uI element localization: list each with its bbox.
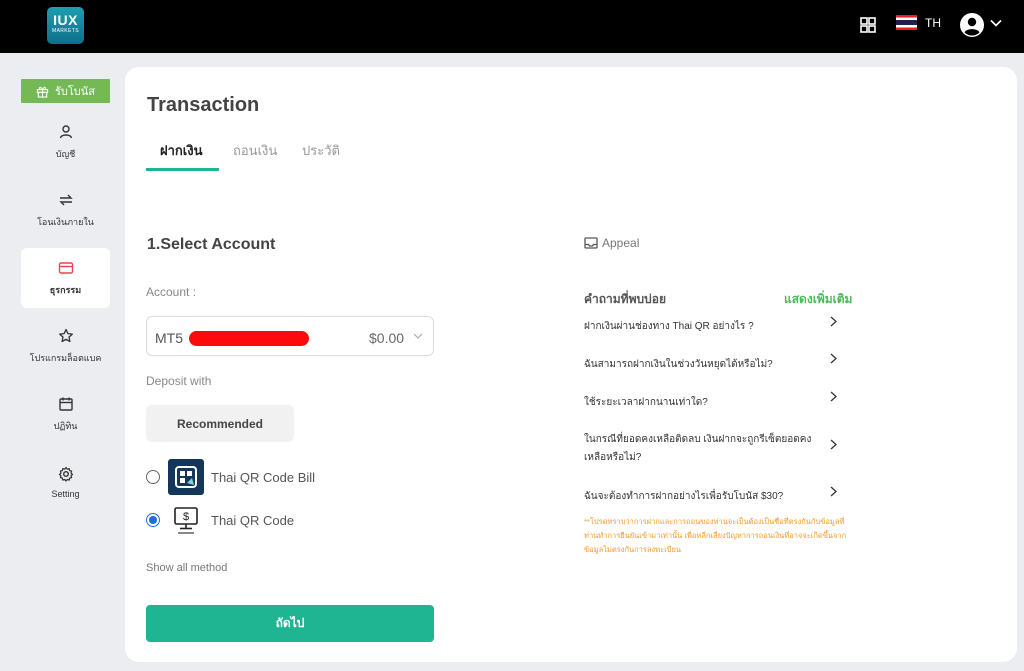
sidebar-item-calendar[interactable]: ปฏิทิน — [21, 384, 110, 444]
qr-monitor-icon: $ — [174, 507, 198, 534]
sidebar-item-setting[interactable]: Setting — [21, 452, 110, 512]
star-icon — [58, 328, 73, 342]
qr-bill-icon — [168, 459, 204, 495]
chevron-right-icon[interactable] — [829, 391, 838, 402]
deposit-warning-note: **โปรดทราบว่าการฝากและการถอนของท่านจะเป็… — [584, 517, 847, 554]
method-radio[interactable] — [146, 470, 160, 484]
tab-deposit[interactable]: ฝากเงิน — [160, 140, 202, 161]
faq-question[interactable]: ใช้ระยะเวลาฝากนานเท่าใด? — [584, 394, 829, 412]
next-button[interactable]: ถัดไป — [146, 605, 434, 642]
deposit-with-label: Deposit with — [146, 374, 212, 388]
sidebar-item-label: โปรแกรมล็อตแบค — [29, 352, 102, 363]
faq-title: คำถามที่พบบ่อย — [584, 292, 666, 306]
method-name: Thai QR Code — [211, 512, 295, 528]
sidebar-item-transaction[interactable]: ธุรกรรม — [21, 248, 110, 308]
faq-question[interactable]: ฉันสามารถฝากเงินในช่วงวันหยุดได้หรือไม่? — [584, 356, 829, 374]
calendar-icon — [58, 397, 73, 411]
active-tab-indicator — [146, 168, 219, 171]
bonus-label: รับโบนัส — [54, 86, 95, 98]
appeal-label: Appeal — [602, 236, 640, 250]
section-title: 1.Select Account — [147, 236, 276, 253]
get-bonus-button[interactable]: รับโบนัส — [21, 79, 110, 103]
chevron-down-icon[interactable] — [990, 17, 1002, 29]
faq-question[interactable]: ในกรณีที่ยอดคงเหลือติดลบ เงินฝากจะถูกรีเ… — [584, 431, 829, 467]
account-number-redacted — [189, 331, 309, 346]
account-balance: $0.00 — [369, 330, 405, 346]
chevron-right-icon[interactable] — [829, 316, 838, 327]
user-icon — [59, 124, 72, 138]
sidebar-item-lotback[interactable]: โปรแกรมล็อตแบค — [21, 316, 110, 376]
chevron-right-icon[interactable] — [829, 353, 838, 364]
faq-question[interactable]: ฝากเงินผ่านช่องทาง Thai QR อย่างไร ? — [584, 318, 829, 336]
chevron-right-icon[interactable] — [829, 439, 838, 450]
top-bar: IUX MARKETS TH — [0, 0, 1024, 53]
sidebar-item-label: ปฏิทิน — [53, 420, 78, 431]
iux-logo[interactable]: IUX MARKETS — [47, 7, 84, 44]
sidebar-item-label: ธุรกรรม — [49, 284, 82, 295]
gear-icon — [58, 466, 73, 482]
faq-show-more-link[interactable]: แสดงเพิ่มเติม — [784, 290, 852, 309]
method-thai-qr[interactable]: $ Thai QR Code — [146, 502, 294, 538]
method-radio[interactable] — [146, 513, 160, 527]
account-select[interactable]: MT5 $0.00 — [146, 316, 434, 356]
apps-grid-icon[interactable] — [860, 17, 876, 33]
transfer-icon — [58, 194, 73, 205]
user-avatar-icon[interactable] — [960, 13, 984, 37]
chevron-down-icon — [413, 333, 423, 339]
show-all-methods-link[interactable]: Show all method — [146, 562, 227, 574]
recommended-filter-button[interactable]: Recommended — [146, 405, 294, 442]
svg-text:$: $ — [183, 511, 189, 523]
sidebar-item-label: โอนเงินภายใน — [37, 216, 94, 227]
chevron-right-icon[interactable] — [829, 486, 838, 497]
card-icon — [58, 261, 73, 274]
sidebar-item-label: Setting — [51, 488, 80, 499]
method-thai-qr-bill[interactable]: Thai QR Code Bill — [146, 459, 315, 495]
method-name: Thai QR Code Bill — [211, 469, 316, 485]
account-type: MT5 — [155, 330, 183, 346]
sidebar-item-label: บัญชี — [55, 148, 76, 159]
tab-withdraw[interactable]: ถอนเงิน — [233, 140, 277, 161]
appeal-link[interactable]: Appeal — [584, 236, 639, 250]
tab-history[interactable]: ประวัติ — [302, 140, 340, 161]
inbox-icon — [584, 237, 598, 249]
faq-question[interactable]: ฉันจะต้องทำการฝากอย่างไรเพื่อรับโบนัส $3… — [584, 488, 829, 506]
language-label[interactable]: TH — [925, 16, 941, 30]
thai-flag-icon[interactable] — [896, 15, 917, 30]
sidebar-item-internal-transfer[interactable]: โอนเงินภายใน — [21, 180, 110, 240]
page-title: Transaction — [147, 94, 260, 116]
account-label: Account : — [146, 285, 197, 299]
gift-icon — [36, 86, 49, 98]
sidebar-item-account[interactable]: บัญชี — [21, 112, 110, 172]
